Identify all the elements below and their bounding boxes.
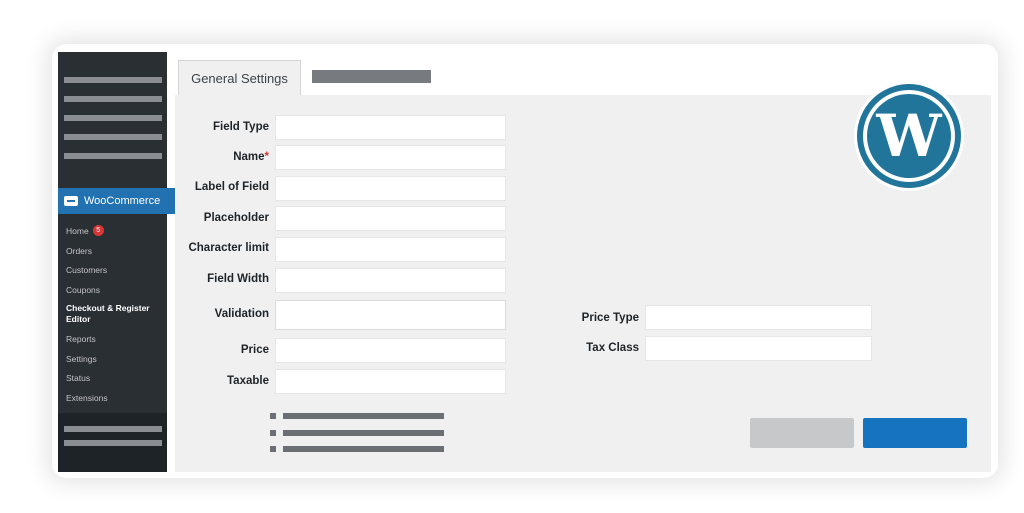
sidebar-menu-placeholder[interactable] — [64, 77, 162, 83]
submenu-item-coupons[interactable]: Coupons — [66, 284, 166, 304]
sidebar-menu-placeholder[interactable] — [64, 96, 162, 102]
list-item-placeholder — [283, 430, 444, 436]
submenu-item-reports[interactable]: Reports — [66, 333, 166, 353]
list-bullet — [270, 430, 276, 436]
svg-text:W: W — [875, 102, 942, 170]
price-type-input[interactable] — [645, 305, 872, 330]
name-label: Name* — [233, 151, 269, 163]
list-bullet — [270, 446, 276, 452]
validation-input[interactable] — [275, 300, 506, 330]
price-type-label: Price Type — [581, 312, 639, 324]
character-limit-label: Character limit — [188, 242, 269, 254]
name-input[interactable] — [275, 145, 506, 170]
taxable-input[interactable] — [275, 369, 506, 394]
price-label: Price — [240, 344, 269, 356]
list-item-placeholder — [283, 413, 444, 419]
wordpress-logo-icon: W — [854, 81, 964, 191]
sidebar-item-label: WooCommerce — [84, 195, 161, 207]
label-of-field-input[interactable] — [275, 176, 506, 201]
submenu-item-status[interactable]: Status — [66, 372, 166, 392]
taxable-label: Taxable — [227, 375, 269, 387]
tax-class-input[interactable] — [645, 336, 872, 361]
submenu-item-customers[interactable]: Customers — [66, 264, 166, 284]
price-input[interactable] — [275, 338, 506, 363]
validation-label: Validation — [214, 308, 269, 320]
list-item-placeholder — [283, 446, 444, 452]
submenu-item-settings[interactable]: Settings — [66, 353, 166, 373]
required-asterisk: * — [264, 151, 269, 163]
placeholder-input[interactable] — [275, 206, 506, 231]
notification-badge: 5 — [92, 225, 104, 236]
submenu-item-home[interactable]: Home 5 — [66, 225, 166, 245]
woocommerce-submenu: Home 5 Orders Customers Coupons Checkout… — [66, 225, 166, 411]
sidebar-menu-placeholder[interactable] — [64, 426, 162, 432]
sidebar-menu-placeholder[interactable] — [64, 115, 162, 121]
tax-class-label: Tax Class — [586, 342, 639, 354]
field-type-label: Field Type — [212, 121, 269, 133]
primary-button[interactable] — [863, 418, 967, 448]
field-type-input[interactable] — [275, 115, 506, 140]
field-width-label: Field Width — [207, 273, 269, 285]
character-limit-input[interactable] — [275, 237, 506, 262]
sidebar-menu-placeholder[interactable] — [64, 440, 162, 446]
sidebar-menu-placeholder[interactable] — [64, 153, 162, 159]
secondary-button[interactable] — [750, 418, 854, 448]
label-of-field-label: Label of Field — [194, 181, 269, 193]
sidebar-item-woocommerce[interactable]: WooCommerce — [58, 188, 184, 214]
tab-general-settings[interactable]: General Settings — [178, 60, 301, 95]
submenu-item-extensions[interactable]: Extensions — [66, 392, 166, 412]
submenu-item-checkout-register-editor[interactable]: Checkout & Register Editor — [66, 303, 166, 333]
tab-secondary[interactable] — [312, 70, 431, 83]
field-width-input[interactable] — [275, 268, 506, 293]
placeholder-label: Placeholder — [203, 212, 269, 224]
sidebar-footer — [58, 413, 167, 472]
sidebar-menu-placeholder[interactable] — [64, 134, 162, 140]
woocommerce-icon — [64, 196, 78, 206]
list-bullet — [270, 413, 276, 419]
submenu-item-orders[interactable]: Orders — [66, 245, 166, 265]
